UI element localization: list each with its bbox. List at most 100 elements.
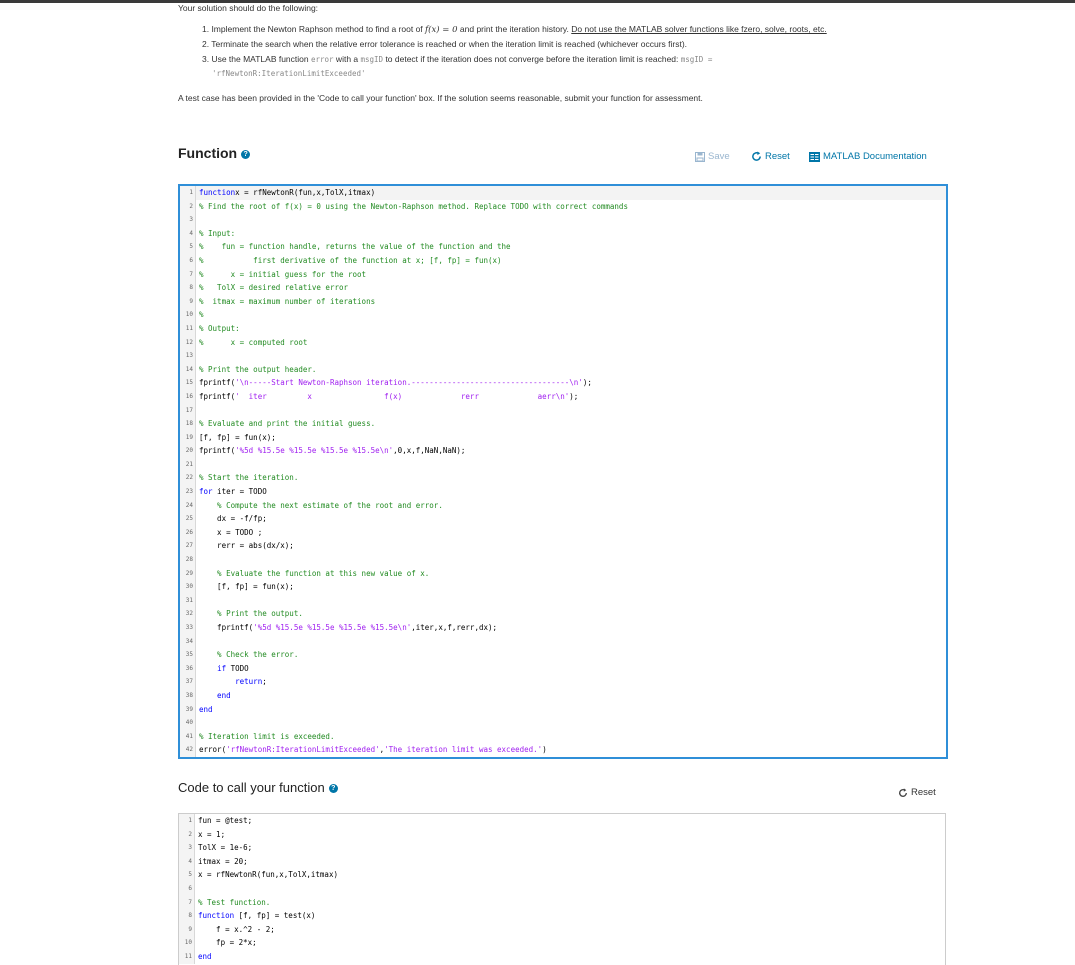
help-icon[interactable]: ?: [241, 149, 251, 159]
line-number: 25: [180, 512, 196, 526]
call-editor[interactable]: 1 fun = @test; 2 x = 1; 3 TolX = 1e-6; 4 itmax …: [178, 813, 946, 965]
code-line[interactable]: 24 % Compute the next estimate of the ro…: [180, 498, 946, 513]
save-button[interactable]: Save: [695, 151, 730, 162]
code-line[interactable]: 4% Input:: [180, 226, 946, 241]
code-line[interactable]: 35 % Check the error.: [180, 648, 946, 662]
code-line[interactable]: 37 return;: [180, 675, 946, 689]
code-line[interactable]: 7% Test function.: [179, 895, 945, 910]
code-line[interactable]: 42 error('rfNewtonR:IterationLimitExceede…: [180, 743, 946, 757]
msgid-value-code: 'rfNewtonR:IterationLimitExceeded': [212, 69, 366, 78]
code-text: % Evaluate the function at this new valu…: [199, 567, 429, 581]
line-number: 36: [180, 661, 196, 676]
code-token: x = rfNewtonR(fun,x,TolX,itmax): [198, 870, 338, 880]
code-line[interactable]: 21: [180, 457, 946, 472]
code-line[interactable]: 2% Find the root of f(x) = 0 using the N…: [180, 199, 946, 214]
code-line[interactable]: 16 fprintf(' iter x f(x) rerr aerr\n');: [180, 389, 946, 404]
code-text: % x = initial guess for the root: [199, 268, 366, 282]
code-line[interactable]: 36 if TODO: [180, 661, 946, 676]
code-line[interactable]: 19 [f, fp] = fun(x);: [180, 430, 946, 445]
code-line[interactable]: 8% TolX = desired relative error: [180, 281, 946, 295]
reset-button[interactable]: Reset: [751, 151, 790, 162]
code-token: [f, fp] = test(x): [234, 911, 316, 921]
code-line[interactable]: 9 f = x.^2 - 2;: [179, 922, 945, 937]
code-line[interactable]: 7% x = initial guess for the root: [180, 267, 946, 282]
code-line[interactable]: 13: [180, 349, 946, 363]
code-line[interactable]: 5% fun = function handle, returns the va…: [180, 240, 946, 254]
help-icon[interactable]: ?: [328, 784, 338, 794]
code-line[interactable]: 6% first derivative of the function at x…: [180, 253, 946, 268]
code-line[interactable]: 34: [180, 634, 946, 649]
code-token: TolX = 1e-6;: [198, 843, 253, 853]
code-text: % itmax = maximum number of iterations: [199, 295, 375, 309]
code-line[interactable]: 8 function [f, fp] = test(x): [179, 909, 945, 923]
code-token: % Iteration limit is exceeded.: [199, 731, 335, 741]
code-line[interactable]: 18% Evaluate and print the initial guess…: [180, 417, 946, 431]
code-line[interactable]: 23 for iter = TODO: [180, 485, 946, 499]
code-line[interactable]: 12% x = computed root: [180, 335, 946, 350]
code-line[interactable]: 17: [180, 403, 946, 418]
code-line[interactable]: 3: [180, 213, 946, 227]
code-line[interactable]: 5x = rfNewtonR(fun,x,TolX,itmax): [179, 868, 945, 882]
code-line[interactable]: 15 fprintf('\n-----Start Newton-Raphson i…: [180, 376, 946, 390]
code-line[interactable]: 27 rerr = abs(dx/x);: [180, 539, 946, 554]
reset-label: Reset: [765, 151, 790, 162]
code-token: iter = TODO: [212, 487, 267, 497]
code-line[interactable]: 1 functionx = rfNewtonR(fun,x,TolX,itmax): [180, 186, 946, 200]
code-line[interactable]: 10 fp = 2*x;: [179, 936, 945, 950]
code-text: % Find the root of f(x) = 0 using the Ne…: [199, 200, 628, 214]
code-line[interactable]: 22% Start the iteration.: [180, 471, 946, 486]
code-line[interactable]: 41% Iteration limit is exceeded.: [180, 729, 946, 744]
code-token: end: [199, 690, 231, 700]
code-text: fp = 2*x;: [198, 936, 257, 950]
line-number: 1: [180, 186, 196, 200]
code-line[interactable]: 29 % Evaluate the function at this new v…: [180, 566, 946, 581]
code-line[interactable]: 32 % Print the output.: [180, 607, 946, 621]
code-line[interactable]: 2x = 1;: [179, 827, 945, 842]
code-line[interactable]: 40: [180, 716, 946, 730]
code-line[interactable]: 20 fprintf('%5d %15.5e %15.5e %15.5e %15.…: [180, 444, 946, 458]
code-line[interactable]: 4 itmax = 20;: [179, 854, 945, 869]
code-line[interactable]: 33 fprintf('%5d %15.5e %15.5e %15.5e %15…: [180, 621, 946, 635]
code-line[interactable]: 1 fun = @test;: [179, 814, 945, 828]
line-number: 32: [180, 607, 196, 621]
code-line[interactable]: 30 [f, fp] = fun(x);: [180, 580, 946, 594]
code-text: fprintf(' iter x f(x) rerr aerr\n');: [199, 390, 578, 404]
call-reset-button[interactable]: Reset: [898, 787, 936, 798]
code-token: itmax = 20;: [198, 856, 248, 866]
code-token: x = rfNewtonR(fun,x,TolX,itmax): [235, 188, 376, 197]
code-line[interactable]: 14% Print the output header.: [180, 362, 946, 377]
code-line[interactable]: 6: [179, 881, 945, 896]
line-number: 9: [180, 294, 196, 309]
code-text: % Print the output header.: [199, 363, 316, 377]
code-text: fprintf('%5d %15.5e %15.5e %15.5e %15.5e…: [199, 444, 465, 458]
code-line[interactable]: 38 end: [180, 688, 946, 703]
line-number: 6: [180, 253, 196, 268]
code-line[interactable]: 3 TolX = 1e-6;: [179, 841, 945, 855]
code-line[interactable]: 26 x = TODO ;: [180, 525, 946, 540]
code-line[interactable]: 31: [180, 593, 946, 608]
code-line[interactable]: 11% Output:: [180, 321, 946, 336]
code-line[interactable]: 10%: [180, 308, 946, 322]
code-token: end: [199, 704, 213, 714]
line-number: 13: [180, 349, 196, 363]
code-line[interactable]: 9% itmax = maximum number of iterations: [180, 294, 946, 309]
code-token: fun = @test;: [198, 816, 253, 825]
code-token: return: [199, 677, 263, 687]
code-text: %: [199, 308, 204, 322]
code-line[interactable]: 11 end: [179, 949, 945, 964]
code-line[interactable]: 25 dx = -f/fp;: [180, 512, 946, 526]
line-number: 34: [180, 634, 196, 649]
code-text: [f, fp] = fun(x);: [199, 431, 276, 445]
top-bar: [0, 0, 1075, 3]
matlab-documentation-link[interactable]: MATLAB Documentation: [809, 151, 927, 162]
instruction-1-mid: and print the iteration history.: [457, 24, 572, 34]
code-text: % Test function.: [198, 896, 270, 910]
line-number: 42: [180, 743, 196, 757]
code-text: function [f, fp] = test(x): [198, 909, 315, 923]
function-editor[interactable]: 1 functionx = rfNewtonR(fun,x,TolX,itmax)…: [178, 184, 948, 759]
code-line[interactable]: 28: [180, 553, 946, 567]
reset-icon: [898, 787, 908, 798]
code-token: % itmax = maximum number of iterations: [199, 296, 376, 306]
code-line[interactable]: 39 end: [180, 702, 946, 717]
code-token: [f, fp] = fun(x);: [199, 582, 294, 592]
